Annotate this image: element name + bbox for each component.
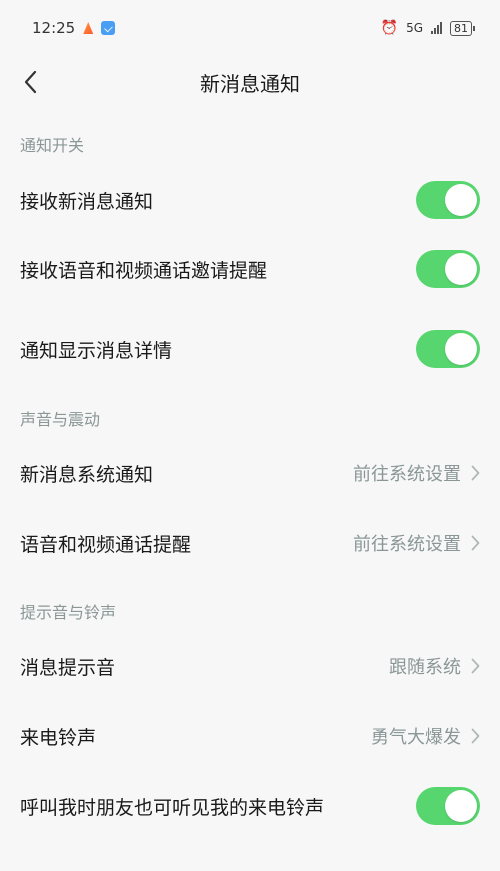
chevron-right-icon [471, 728, 480, 744]
status-right: ⏰ 5G 81 [380, 20, 475, 36]
section-header-sound-vibration: 声音与震动 [20, 410, 101, 429]
mail-notification-icon [101, 21, 116, 35]
row-show-message-details: 通知显示消息详情 [0, 316, 500, 382]
back-button[interactable] [12, 64, 48, 100]
status-left: 12:25 [32, 19, 116, 37]
toggle-show-message-details[interactable] [416, 330, 480, 368]
row-value: 前往系统设置 [353, 464, 461, 485]
row-call-reminder[interactable]: 语音和视频通话提醒 前往系统设置 [0, 510, 500, 576]
status-bar: 12:25 ⏰ 5G 81 [0, 0, 500, 56]
toggle-friends-hear-ringtone[interactable] [416, 787, 480, 825]
notification-app-icon [83, 22, 94, 34]
row-value-link: 跟随系统 [389, 653, 480, 679]
row-new-message-system-notification[interactable]: 新消息系统通知 前往系统设置 [0, 440, 500, 506]
chevron-right-icon [471, 465, 480, 481]
battery-icon: 81 [450, 20, 475, 36]
row-label: 来电铃声 [20, 726, 97, 749]
chevron-right-icon [471, 535, 480, 551]
row-value-link: 前往系统设置 [353, 530, 480, 556]
row-label: 接收语音和视频通话邀请提醒 [20, 259, 268, 282]
row-message-tone[interactable]: 消息提示音 跟随系统 [0, 633, 500, 699]
toggle-knob [445, 184, 477, 216]
section-header-tones-ringtones: 提示音与铃声 [20, 603, 117, 622]
row-label: 语音和视频通话提醒 [20, 533, 192, 556]
row-incoming-ringtone[interactable]: 来电铃声 勇气大爆发 [0, 703, 500, 769]
row-label: 接收新消息通知 [20, 190, 154, 213]
toggle-call-invite-reminder[interactable] [416, 250, 480, 288]
row-value: 前往系统设置 [353, 534, 461, 555]
section-header-notification-switch: 通知开关 [20, 136, 85, 155]
row-label: 新消息系统通知 [20, 463, 154, 486]
chevron-right-icon [471, 658, 480, 674]
row-value: 跟随系统 [389, 657, 461, 678]
chevron-left-icon [24, 70, 37, 94]
row-value-link: 前往系统设置 [353, 460, 480, 486]
row-label: 通知显示消息详情 [20, 339, 173, 362]
network-type: 5G [406, 21, 423, 35]
row-value: 勇气大爆发 [371, 727, 461, 748]
row-friends-hear-ringtone: 呼叫我时朋友也可听见我的来电铃声 [0, 773, 500, 839]
toggle-knob [445, 333, 477, 365]
nav-bar: 新消息通知 [0, 56, 500, 108]
row-call-invite-reminder: 接收语音和视频通话邀请提醒 [0, 236, 500, 302]
toggle-receive-new-message[interactable] [416, 181, 480, 219]
status-time: 12:25 [32, 19, 76, 37]
toggle-knob [445, 790, 477, 822]
row-label: 呼叫我时朋友也可听见我的来电铃声 [20, 796, 325, 819]
alarm-icon: ⏰ [380, 20, 399, 36]
signal-icon [431, 22, 442, 34]
page-title: 新消息通知 [200, 71, 300, 96]
row-receive-new-message: 接收新消息通知 [0, 167, 500, 233]
toggle-knob [445, 253, 477, 285]
row-value-link: 勇气大爆发 [371, 723, 480, 749]
row-label: 消息提示音 [20, 656, 116, 679]
